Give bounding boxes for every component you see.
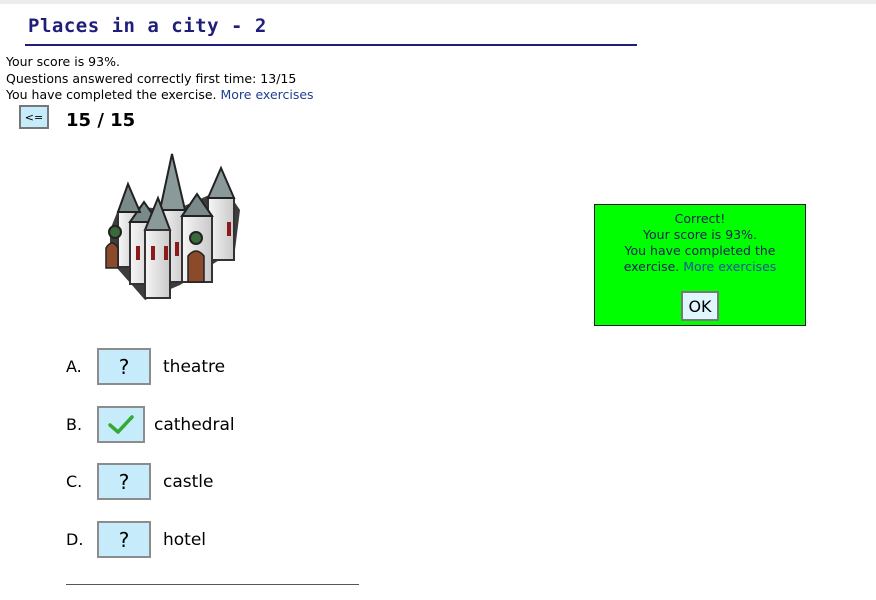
option-letter-d: D.	[66, 530, 84, 549]
ok-button[interactable]: OK	[681, 291, 719, 321]
popup-exercise-line: exercise. More exercises	[595, 259, 805, 275]
feedback-popup: Correct! Your score is 93%. You have com…	[594, 204, 806, 326]
completed-line: You have completed the exercise. More ex…	[6, 87, 314, 104]
top-bar	[0, 0, 876, 4]
correct-first-time-text: Questions answered correctly first time:…	[6, 70, 297, 86]
option-letter-b: B.	[66, 415, 83, 434]
option-a-button[interactable]: ?	[97, 348, 151, 385]
question-image	[90, 150, 250, 305]
option-b-button[interactable]	[97, 406, 145, 443]
page-title: Places in a city - 2	[28, 15, 267, 37]
option-a-text: theatre	[163, 357, 226, 377]
title-underline	[25, 44, 637, 46]
score-feedback: Your score is 93%. Questions answered co…	[6, 54, 314, 104]
more-exercises-link[interactable]: More exercises	[221, 87, 314, 102]
option-letter-a: A.	[66, 357, 82, 376]
completed-text: You have completed the exercise.	[6, 87, 217, 102]
checkmark-icon	[108, 414, 134, 434]
option-c-button[interactable]: ?	[97, 463, 151, 500]
popup-correct-text: Correct!	[674, 211, 726, 226]
popup-completed-text: You have completed the	[624, 243, 776, 258]
option-c-text: castle	[163, 472, 214, 492]
score-text: Your score is 93%.	[6, 54, 120, 69]
bottom-divider	[66, 584, 359, 585]
option-b-text: cathedral	[154, 415, 235, 435]
cathedral-icon	[105, 153, 240, 300]
option-d-text: hotel	[163, 530, 207, 550]
popup-exercise-text: exercise.	[623, 259, 680, 274]
question-counter: 15 / 15	[66, 110, 136, 131]
popup-more-exercises-link[interactable]: More exercises	[683, 259, 776, 274]
back-button[interactable]: <=	[19, 105, 49, 129]
option-letter-c: C.	[66, 472, 83, 491]
option-d-button[interactable]: ?	[97, 521, 151, 558]
popup-score-text: Your score is 93%.	[643, 227, 757, 242]
